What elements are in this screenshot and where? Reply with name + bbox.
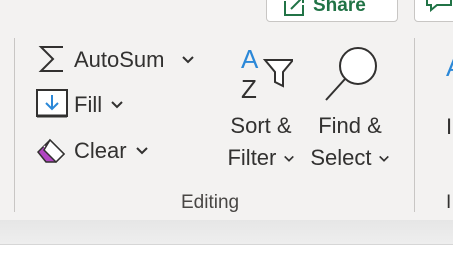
share-button[interactable]: Share xyxy=(266,0,398,22)
next-group-partial-text: I xyxy=(446,114,453,139)
svg-text:A: A xyxy=(446,52,453,82)
chevron-down-icon[interactable] xyxy=(181,53,195,67)
magnifier-icon xyxy=(325,47,377,101)
sort-filter-button[interactable]: A Z Sort & Filter xyxy=(218,42,304,174)
svg-text:Z: Z xyxy=(241,74,257,102)
find-select-button[interactable]: Find & Select xyxy=(304,42,396,174)
next-group-partial-icon: A xyxy=(446,52,453,82)
find-select-label-line1: Find & xyxy=(318,113,382,138)
sort-filter-label-line2: Filter xyxy=(218,142,304,174)
chevron-down-icon[interactable] xyxy=(135,144,149,158)
sort-filter-label-line1: Sort & xyxy=(230,113,292,138)
autosum-label: AutoSum xyxy=(74,47,165,72)
group-separator-left xyxy=(14,38,15,212)
eraser-icon xyxy=(36,134,70,168)
fill-down-icon xyxy=(36,88,70,122)
sigma-icon xyxy=(36,43,70,77)
share-label: Share xyxy=(313,0,366,16)
svg-text:A: A xyxy=(241,44,259,74)
chevron-down-icon[interactable] xyxy=(110,98,124,112)
comment-icon xyxy=(426,0,452,13)
share-icon xyxy=(284,0,304,16)
clear-button[interactable]: Clear xyxy=(36,134,149,168)
fill-button[interactable]: Fill xyxy=(36,88,124,122)
group-separator-right xyxy=(414,38,415,212)
sort-filter-icon: A Z xyxy=(241,44,293,102)
next-group-partial-label: I xyxy=(446,192,452,213)
find-select-label-line2: Select xyxy=(304,142,396,174)
autosum-button[interactable]: AutoSum xyxy=(36,43,195,77)
clear-label: Clear xyxy=(74,138,127,163)
editing-group-label: Editing xyxy=(181,192,240,213)
comments-button[interactable] xyxy=(414,0,453,22)
chevron-down-icon[interactable] xyxy=(283,153,295,165)
excel-ribbon-view: Share AutoSum Fill Clear A Z Sort & Filt… xyxy=(0,0,453,278)
ribbon-bottom-edge xyxy=(0,220,453,245)
chevron-down-icon[interactable] xyxy=(378,153,390,165)
fill-label: Fill xyxy=(74,92,103,117)
